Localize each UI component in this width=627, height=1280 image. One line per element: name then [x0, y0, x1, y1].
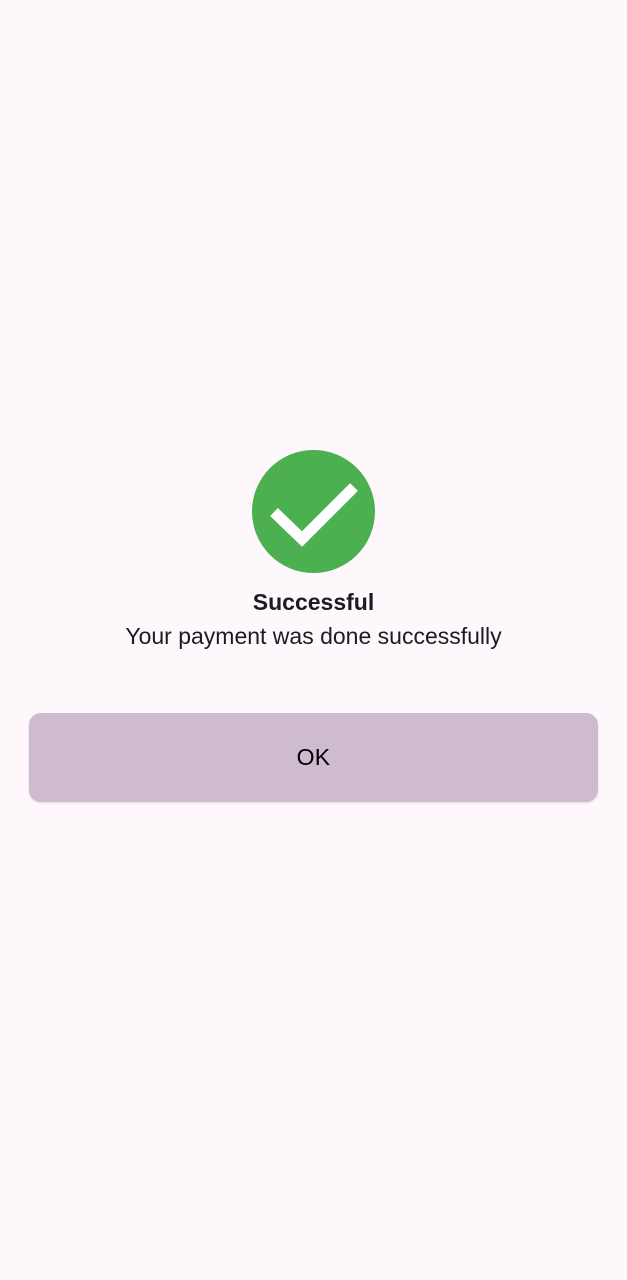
check-circle-icon	[252, 450, 375, 573]
payment-success-screen: Successful Your payment was done success…	[0, 0, 627, 1280]
ok-button[interactable]: OK	[29, 713, 598, 802]
success-title: Successful	[252, 589, 375, 615]
success-message: Your payment was done successfully	[125, 623, 502, 649]
